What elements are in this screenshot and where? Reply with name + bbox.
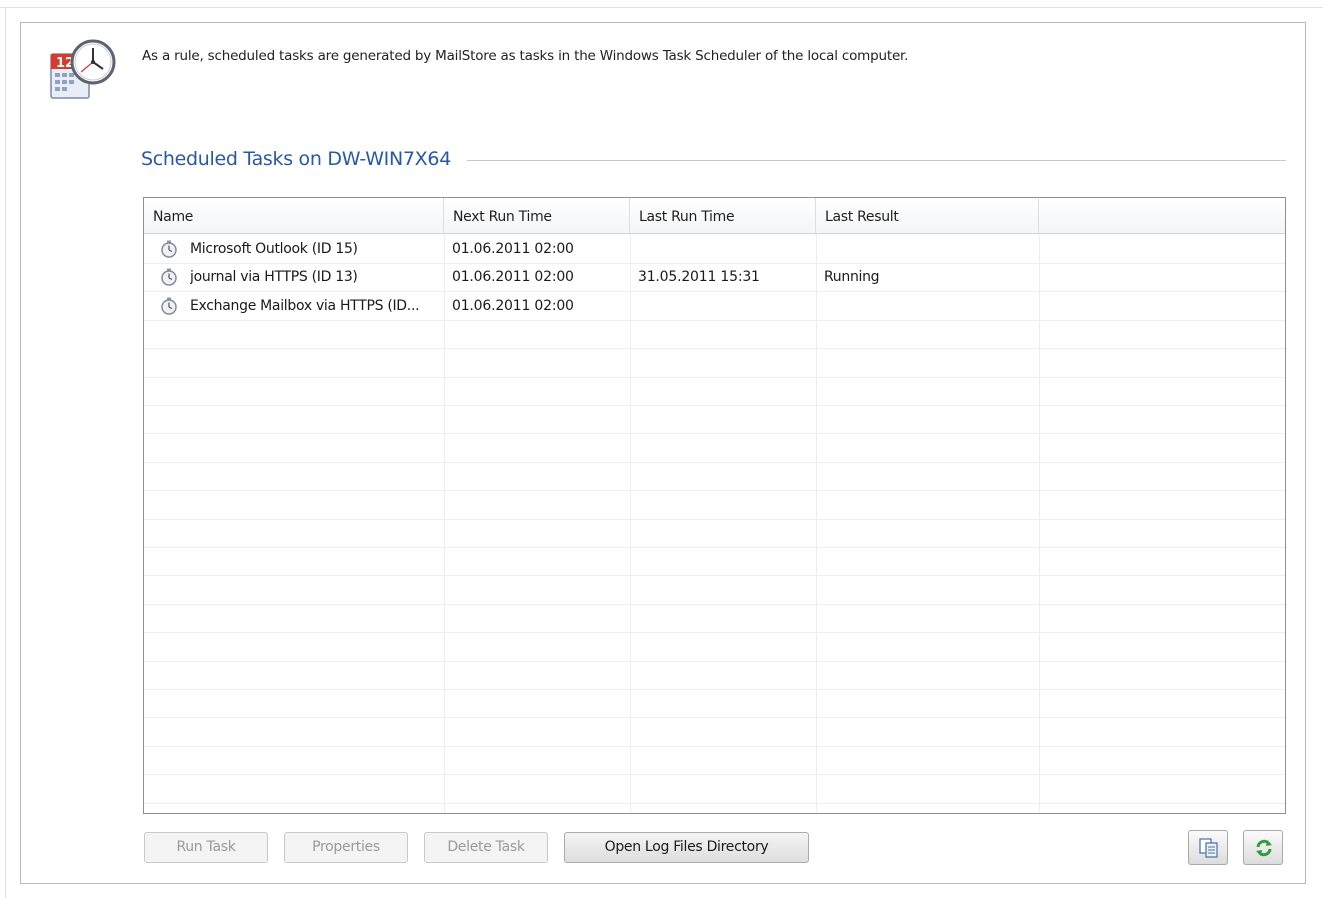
refresh-button[interactable] — [1243, 830, 1283, 865]
stopwatch-icon — [160, 297, 178, 315]
grid-line — [144, 746, 1285, 747]
grid-line — [144, 547, 1285, 548]
copy-icon — [1199, 838, 1218, 858]
grid-line — [144, 689, 1285, 690]
column-header-last-run-time[interactable]: Last Run Time — [630, 198, 816, 233]
last-result: Running — [824, 269, 880, 285]
next-run-time: 01.06.2011 02:00 — [452, 298, 574, 314]
table-row[interactable]: journal via HTTPS (ID 13) 01.06.2011 02:… — [144, 263, 1285, 291]
run-task-button[interactable]: Run Task — [144, 832, 268, 863]
stopwatch-icon — [160, 268, 178, 286]
grid-line — [144, 661, 1285, 662]
intro-text: As a rule, scheduled tasks are generated… — [142, 48, 909, 64]
open-log-files-directory-button[interactable]: Open Log Files Directory — [564, 832, 809, 863]
next-run-time: 01.06.2011 02:00 — [452, 241, 574, 257]
section-title: Scheduled Tasks on DW-WIN7X64 — [141, 148, 451, 170]
last-run-time: 31.05.2011 15:31 — [638, 269, 760, 285]
grid-line — [144, 575, 1285, 576]
grid-line — [144, 433, 1285, 434]
last-result — [824, 292, 1034, 320]
properties-button[interactable]: Properties — [284, 832, 408, 863]
grid-line — [144, 519, 1285, 520]
grid-line — [144, 320, 1285, 321]
grid-line — [144, 348, 1285, 349]
task-name: Microsoft Outlook (ID 15) — [190, 241, 358, 257]
column-header-name[interactable]: Name — [144, 198, 444, 233]
grid-line — [144, 462, 1285, 463]
task-name: Exchange Mailbox via HTTPS (ID... — [190, 298, 420, 314]
table-row[interactable]: Microsoft Outlook (ID 15) 01.06.2011 02:… — [144, 235, 1285, 263]
scheduled-tasks-list[interactable]: Name Next Run Time Last Run Time Last Re… — [143, 197, 1286, 814]
calendar-clock-icon: 12 — [47, 36, 117, 108]
column-header-last-result[interactable]: Last Result — [816, 198, 1039, 233]
refresh-icon — [1256, 839, 1272, 857]
grid-line — [144, 774, 1285, 775]
grid-line — [144, 377, 1285, 378]
grid-line — [144, 405, 1285, 406]
last-run-time — [638, 292, 813, 320]
grid-line — [144, 803, 1285, 804]
task-name: journal via HTTPS (ID 13) — [190, 269, 358, 285]
grid-line — [144, 717, 1285, 718]
table-row[interactable]: Exchange Mailbox via HTTPS (ID... 01.06.… — [144, 292, 1285, 320]
grid-line — [144, 632, 1285, 633]
stopwatch-icon — [160, 240, 178, 258]
delete-task-button[interactable]: Delete Task — [424, 832, 548, 863]
last-run-time — [638, 235, 813, 263]
column-header-next-run-time[interactable]: Next Run Time — [444, 198, 630, 233]
next-run-time: 01.06.2011 02:00 — [452, 269, 574, 285]
left-rule — [5, 7, 6, 898]
last-result — [824, 235, 1034, 263]
grid-line — [144, 604, 1285, 605]
grid-line — [144, 490, 1285, 491]
section-divider — [467, 160, 1286, 161]
top-rule — [0, 7, 1323, 8]
copy-button[interactable] — [1188, 830, 1228, 865]
list-header: Name Next Run Time Last Run Time Last Re… — [144, 198, 1285, 234]
